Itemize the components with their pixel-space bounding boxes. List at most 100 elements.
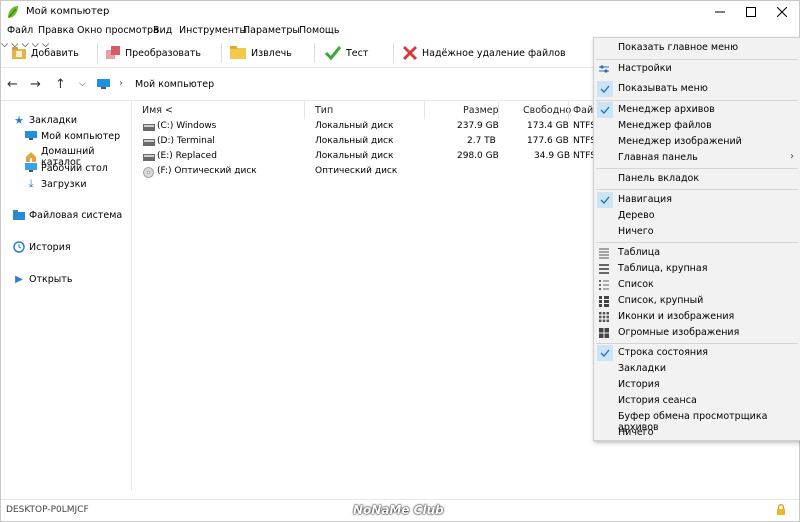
checkmark-icon xyxy=(597,81,613,97)
add-label: Добавить xyxy=(31,47,79,59)
sidebar-history[interactable]: История xyxy=(13,241,71,253)
menu-item-image-manager[interactable]: Менеджер изображений xyxy=(594,134,800,150)
menu-item-list[interactable]: Список xyxy=(594,277,800,293)
row-free: 34.9 GB xyxy=(534,151,571,161)
sidebar-open-label: Открыть xyxy=(29,273,73,285)
menu-item-table[interactable]: Таблица xyxy=(594,245,800,261)
menu-item-nav-none[interactable]: Ничего xyxy=(594,224,800,240)
sidebar-item-label: Загрузки xyxy=(41,178,87,190)
column-type[interactable]: Тип xyxy=(315,105,333,116)
menu-item-settings[interactable]: Настройки xyxy=(594,61,800,77)
wipe-label: Надёжное удаление файлов xyxy=(422,47,566,59)
menu-edit[interactable]: Правка xyxy=(38,25,74,36)
folder-icon xyxy=(13,209,25,221)
add-button[interactable]: Добавить xyxy=(11,42,79,64)
toolbar-separator xyxy=(97,43,98,63)
column-divider[interactable] xyxy=(304,101,305,119)
menu-item-show-main-menu[interactable]: Показать главное меню xyxy=(594,40,800,56)
menu-file[interactable]: Файл xyxy=(7,25,33,36)
menu-item-huge-images[interactable]: Огромные изображения xyxy=(594,325,800,341)
desktop-icon xyxy=(25,162,37,174)
menu-separator xyxy=(596,168,798,169)
menu-item-file-manager[interactable]: Менеджер файлов xyxy=(594,118,800,134)
maximize-button[interactable] xyxy=(734,1,768,23)
extract-label: Извлечь xyxy=(251,47,292,59)
menu-item-label: История сеанса xyxy=(618,395,697,406)
history-dropdown-icon[interactable]: ⌵ xyxy=(79,79,86,89)
menu-item-list-large[interactable]: Список, крупный xyxy=(594,293,800,309)
menu-item-panel-none[interactable]: Ничего xyxy=(594,425,800,441)
sidebar-filesystem[interactable]: Файловая система xyxy=(13,209,122,221)
menu-item-label: Панель вкладок xyxy=(618,173,700,184)
menu-item-label: Настройки xyxy=(618,63,672,74)
menu-tools[interactable]: Инструменты xyxy=(179,25,247,36)
minimize-icon xyxy=(715,11,725,13)
sidebar-bookmarks-label: Закладки xyxy=(29,114,78,126)
menu-item-tree[interactable]: Дерево xyxy=(594,208,800,224)
menu-item-label: Огромные изображения xyxy=(618,327,740,338)
sidebar: ★ Закладки Мой компьютер Домашний катало… xyxy=(1,101,132,491)
sidebar-filesystem-label: Файловая система xyxy=(29,209,123,221)
menu-item-history[interactable]: История xyxy=(594,377,800,393)
menu-item-label: Таблица xyxy=(618,247,661,258)
menu-item-label: Дерево xyxy=(618,210,655,221)
submenu-chevron-icon: › xyxy=(790,151,794,162)
history-icon xyxy=(13,241,25,253)
menu-view-window[interactable]: Окно просмотра xyxy=(77,25,159,36)
extract-button[interactable]: Извлечь xyxy=(229,42,292,64)
table-view-icon xyxy=(599,248,609,259)
menu-item-label: Список, крупный xyxy=(618,295,704,306)
delete-x-icon xyxy=(402,45,418,61)
menu-item-status-bar[interactable]: Строка состояния xyxy=(594,345,800,361)
column-free[interactable]: Свободно xyxy=(523,105,571,116)
extract-folder-icon xyxy=(230,46,246,59)
breadcrumb-chevron-icon: › xyxy=(119,78,123,89)
menu-item-bookmarks[interactable]: Закладки xyxy=(594,361,800,377)
back-arrow-icon[interactable]: ← xyxy=(7,77,18,92)
row-type: Оптический диск xyxy=(315,166,398,176)
column-name[interactable]: Имя < xyxy=(142,105,173,116)
row-free: 173.4 GB xyxy=(527,121,569,131)
menu-item-icons-images[interactable]: Иконки и изображения xyxy=(594,309,800,325)
column-size[interactable]: Размер xyxy=(463,105,499,116)
menu-item-main-panel[interactable]: Главная панель › xyxy=(594,150,800,166)
sidebar-item-desktop[interactable]: Рабочий стол xyxy=(25,162,108,174)
forward-arrow-icon[interactable]: → xyxy=(30,77,41,92)
row-type: Локальный диск xyxy=(315,121,394,131)
menu-item-show-menu[interactable]: Показывать меню xyxy=(594,81,800,97)
column-divider[interactable] xyxy=(568,101,569,119)
menu-help[interactable]: Помощь xyxy=(299,25,339,36)
test-label: Тест xyxy=(346,47,369,59)
menu-item-tabs-panel[interactable]: Панель вкладок xyxy=(594,171,800,187)
sidebar-item-my-computer[interactable]: Мой компьютер xyxy=(25,130,120,142)
breadcrumb[interactable]: Мой компьютер xyxy=(135,79,214,90)
sidebar-open[interactable]: ▶ Открыть xyxy=(13,273,72,285)
toolbar-separator xyxy=(393,43,394,63)
menu-item-session-history[interactable]: История сеанса xyxy=(594,393,800,409)
row-name: (D:) Terminal xyxy=(157,136,215,146)
sidebar-item-downloads[interactable]: ⤓ Загрузки xyxy=(25,177,87,190)
menu-item-table-large[interactable]: Таблица, крупная xyxy=(594,261,800,277)
close-button[interactable] xyxy=(765,1,799,23)
menu-item-clipboard[interactable]: Буфер обмена просмотрщика архивов xyxy=(594,409,800,433)
sidebar-item-label: Мой компьютер xyxy=(41,130,121,142)
status-bar: DESKTOP-P0LMJCF NoNaMe Club xyxy=(1,499,799,522)
menu-view[interactable]: Вид xyxy=(153,25,172,36)
column-divider[interactable] xyxy=(424,101,425,119)
sidebar-bookmarks[interactable]: ★ Закладки xyxy=(13,114,78,127)
menu-item-navigation[interactable]: Навигация xyxy=(594,192,800,208)
menu-item-archive-manager[interactable]: Менеджер архивов xyxy=(594,102,800,118)
add-dropdown-icon[interactable]: ⌵ xyxy=(1,39,8,50)
toolbar-separator xyxy=(314,43,315,63)
menu-options[interactable]: Параметры xyxy=(243,25,300,36)
download-icon: ⤓ xyxy=(28,177,34,190)
test-button[interactable]: Тест xyxy=(324,42,368,64)
column-divider[interactable] xyxy=(498,101,499,119)
up-arrow-icon[interactable]: ↑ xyxy=(55,77,66,92)
minimize-button[interactable] xyxy=(703,1,737,23)
menu-separator xyxy=(596,59,798,60)
computer-icon xyxy=(25,130,37,142)
wipe-button[interactable]: Надёжное удаление файлов xyxy=(402,42,566,64)
checkmark-icon xyxy=(597,192,613,208)
convert-button[interactable]: Преобразовать xyxy=(105,42,201,64)
